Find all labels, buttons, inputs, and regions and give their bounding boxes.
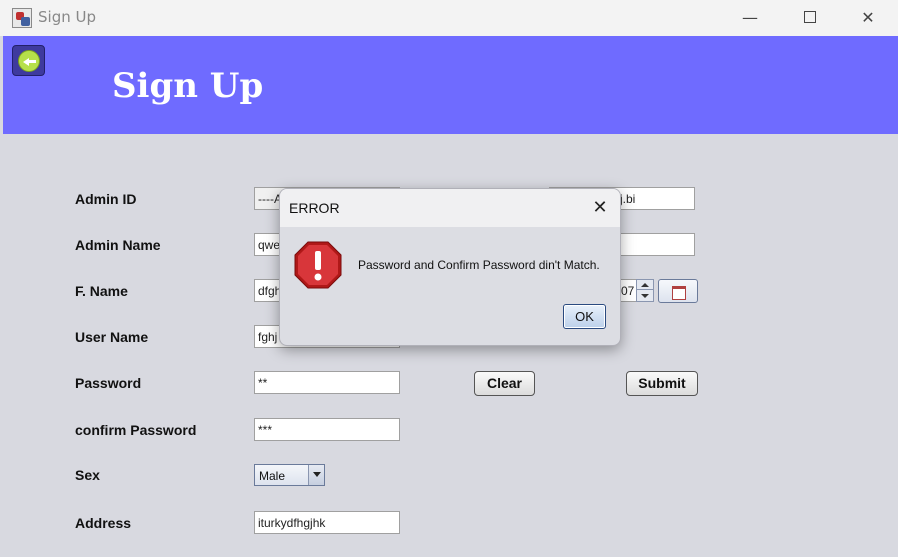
signup-window: Sign Up — ✕ Sign Up Admin ID Admin Name …: [0, 0, 898, 557]
back-button[interactable]: [12, 45, 45, 76]
sex-select[interactable]: Male: [254, 464, 325, 486]
calendar-button[interactable]: [658, 279, 698, 303]
password-label: Password: [75, 375, 142, 391]
dob-spinner[interactable]: [636, 279, 654, 302]
submit-button[interactable]: Submit: [626, 371, 698, 396]
chevron-down-icon: [308, 465, 324, 485]
confirm-password-label: confirm Password: [75, 422, 197, 438]
close-button[interactable]: ✕: [848, 4, 888, 32]
clear-button[interactable]: Clear: [474, 371, 535, 396]
ok-button[interactable]: OK: [563, 304, 606, 329]
user-name-label: User Name: [75, 329, 149, 345]
back-arrow-icon: [18, 50, 40, 72]
sex-label: Sex: [75, 467, 100, 483]
dialog-close-button[interactable]: ✕: [588, 197, 612, 219]
password-field[interactable]: **: [254, 371, 400, 394]
header-banner: Sign Up: [3, 36, 898, 134]
page-title: Sign Up: [112, 66, 264, 106]
dob-field[interactable]: 07: [620, 279, 636, 302]
minimize-button[interactable]: —: [730, 4, 770, 32]
window-title: Sign Up: [38, 8, 96, 26]
spinner-up-icon[interactable]: [637, 280, 653, 290]
maximize-button[interactable]: [790, 4, 830, 32]
address-field[interactable]: iturkydfhgjhk: [254, 511, 400, 534]
address-label: Address: [75, 515, 132, 531]
maximize-icon: [804, 11, 816, 23]
error-dialog: ERROR ✕ Password and Confirm Password di…: [279, 188, 621, 346]
java-app-icon: [12, 8, 32, 28]
spinner-down-icon[interactable]: [637, 291, 653, 301]
admin-id-label: Admin ID: [75, 191, 137, 207]
dialog-title-bar: ERROR ✕: [280, 189, 620, 227]
title-bar: Sign Up — ✕: [0, 0, 898, 36]
sex-select-value: Male: [259, 469, 286, 483]
dialog-title: ERROR: [289, 200, 340, 216]
f-name-label: F. Name: [75, 283, 128, 299]
error-icon: [294, 241, 342, 289]
confirm-password-field[interactable]: ***: [254, 418, 400, 441]
dialog-message: Password and Confirm Password din't Matc…: [358, 258, 600, 272]
admin-name-label: Admin Name: [75, 237, 161, 253]
